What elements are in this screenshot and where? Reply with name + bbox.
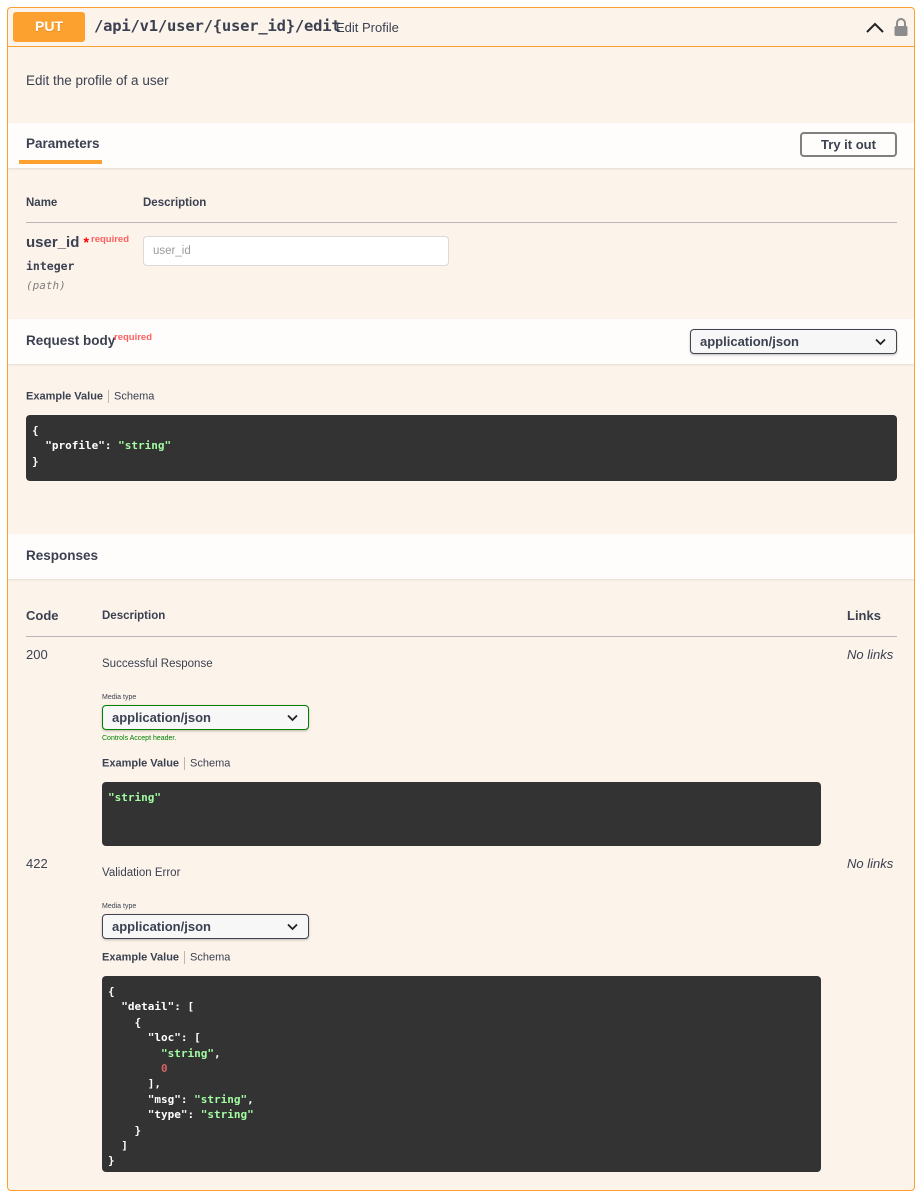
endpoint-summary: Edit Profile — [336, 20, 399, 35]
media-type-label: Media type — [102, 903, 137, 910]
param-name-label: user_id — [26, 234, 80, 251]
response-example-tabs-422: Example Value Schema — [102, 951, 230, 964]
request-content-type-value: application/json — [700, 334, 799, 349]
operation-summary-bar[interactable]: PUT /api/v1/user/{user_id}/edit Edit Pro… — [8, 8, 914, 47]
user-id-input[interactable] — [143, 236, 449, 266]
tab-example-value[interactable]: Example Value — [102, 757, 179, 769]
col-header-name: Name — [26, 197, 58, 209]
responses-header-divider — [26, 636, 897, 637]
response-example-code-200: "string" — [102, 782, 821, 846]
param-location: (path) — [26, 279, 66, 292]
code-line: "profile": "string" — [45, 439, 172, 453]
chevron-down-icon — [875, 338, 886, 346]
chevron-down-icon — [287, 923, 298, 931]
code-line: "detail": [ — [108, 1000, 195, 1014]
col-header-code: Code — [26, 608, 59, 623]
tab-example-value[interactable]: Example Value — [102, 951, 179, 963]
code-line: "msg": "string", — [147, 1092, 254, 1106]
tab-schema[interactable]: Schema — [114, 390, 154, 402]
required-label: required — [91, 234, 130, 245]
media-type-label: Media type — [102, 694, 137, 701]
try-it-out-button[interactable]: Try it out — [800, 132, 897, 157]
code-line: ] — [108, 1139, 128, 1153]
col-header-description: Description — [143, 197, 207, 209]
code-line: "string" — [108, 791, 161, 804]
code-line: "string", — [160, 1046, 221, 1060]
request-example-code: { "profile": "string" } — [26, 415, 897, 481]
code-line: { — [108, 985, 115, 998]
param-name-user-id: user_id * — [26, 234, 89, 251]
controls-accept-note: Controls Accept header. — [102, 735, 177, 742]
response-description-422: Validation Error — [102, 867, 181, 879]
response-media-type-value: application/json — [112, 919, 211, 934]
response-example-tabs-200: Example Value Schema — [102, 757, 230, 770]
request-body-header: Request body required application/json — [8, 319, 914, 364]
tab-active-indicator — [19, 160, 102, 164]
request-content-type-select[interactable]: application/json — [690, 329, 897, 354]
response-description-200: Successful Response — [102, 658, 213, 670]
code-line: "type": "string" — [147, 1108, 254, 1122]
param-type: integer — [26, 259, 75, 273]
code-line: "loc": [ — [108, 1031, 201, 1045]
response-media-type-value: application/json — [112, 710, 211, 725]
required-star: * — [83, 234, 89, 250]
request-body-title: Request body — [26, 333, 116, 348]
response-code-200: 200 — [26, 647, 48, 662]
response-example-code-422: { "detail": [ { "loc": [ "string", 0 ], … — [102, 976, 821, 1172]
code-line: { — [108, 1015, 142, 1029]
tab-schema[interactable]: Schema — [190, 951, 230, 963]
operation-description: Edit the profile of a user — [26, 73, 169, 88]
responses-title: Responses — [26, 548, 99, 563]
chevron-down-icon — [287, 714, 298, 722]
response-code-422: 422 — [26, 856, 48, 871]
col-header-links: Links — [847, 608, 881, 623]
request-example-tabs: Example Value Schema — [26, 390, 154, 403]
lock-icon[interactable] — [893, 17, 909, 37]
operation-block-put: PUT /api/v1/user/{user_id}/edit Edit Pro… — [7, 7, 915, 1191]
response-links-200: No links — [847, 647, 894, 662]
code-line: } — [108, 1123, 142, 1137]
response-media-type-select-422[interactable]: application/json — [102, 914, 309, 939]
request-body-required-label: required — [114, 332, 153, 343]
code-line: ], — [108, 1077, 161, 1091]
response-media-type-select-200[interactable]: application/json — [102, 705, 309, 730]
chevron-up-icon[interactable] — [864, 19, 886, 37]
tab-parameters[interactable]: Parameters — [26, 136, 100, 151]
code-line: 0 — [160, 1062, 168, 1076]
tab-schema[interactable]: Schema — [190, 757, 230, 769]
http-method-badge: PUT — [13, 12, 85, 42]
parameters-header: Parameters Try it out — [8, 123, 914, 168]
response-links-422: No links — [847, 856, 894, 871]
responses-header: Responses — [8, 534, 914, 579]
code-line: } — [32, 454, 39, 468]
endpoint-path: /api/v1/user/{user_id}/edit — [94, 17, 341, 35]
code-line: } — [108, 1154, 115, 1168]
code-line: { — [32, 424, 39, 437]
tab-example-value[interactable]: Example Value — [26, 390, 103, 402]
table-header-divider — [26, 222, 897, 223]
col-header-response-description: Description — [102, 610, 166, 622]
